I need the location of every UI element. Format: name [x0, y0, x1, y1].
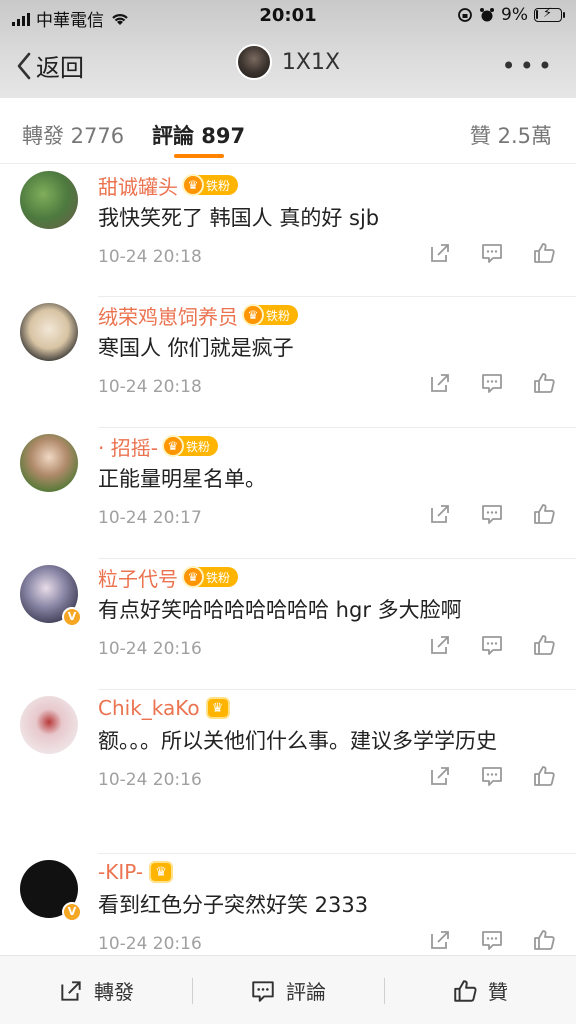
comment-tabs: 轉發 2776 評論 897 贊 2.5萬	[0, 98, 576, 164]
share-icon[interactable]	[428, 502, 452, 526]
top-header: 中華電信 20:01 9% ⚡ 返回 1X1X •••	[0, 0, 576, 98]
crown-icon: ♛	[182, 174, 204, 196]
crown-icon: ♛	[161, 435, 184, 457]
fan-badge: ♛ 铁粉	[182, 566, 239, 588]
thumbs-up-icon	[454, 979, 477, 1002]
fan-badge: ♛ 铁粉	[161, 435, 218, 457]
alarm-icon	[480, 8, 495, 22]
tab-reposts[interactable]: 轉發 2776	[22, 120, 124, 150]
reply-icon[interactable]	[480, 241, 504, 265]
active-tab-indicator	[174, 154, 224, 158]
comment-time: 10-24 20:16	[98, 934, 202, 954]
comment-text: 寒国人 你们就是疯子	[98, 336, 294, 360]
comment-label: 評論	[286, 980, 326, 1004]
reply-icon[interactable]	[480, 502, 504, 526]
crown-icon: ♛	[149, 861, 174, 883]
share-icon[interactable]	[428, 371, 452, 395]
comment-time: 10-24 20:16	[98, 639, 202, 659]
like-button[interactable]: 贊	[384, 956, 576, 1024]
comment-time: 10-24 20:18	[98, 377, 202, 397]
crown-icon: ♛	[242, 304, 264, 326]
share-icon[interactable]	[428, 928, 452, 952]
reply-icon[interactable]	[480, 371, 504, 395]
username[interactable]: · 招摇-	[98, 432, 158, 461]
crown-icon: ♛	[205, 697, 230, 719]
comment-text: 有点好笑哈哈哈哈哈哈哈 hgr 多大脸啊	[98, 598, 462, 622]
username[interactable]: 绒荣鸡崽饲养员	[98, 301, 238, 330]
like-icon[interactable]	[532, 928, 556, 952]
comment-item: 甜诚罐头 ♛ 铁粉 我快笑死了 韩国人 真的好 sjb 10-24 20:18	[0, 165, 576, 296]
repost-button[interactable]: 轉發	[0, 956, 192, 1024]
like-icon[interactable]	[532, 633, 556, 657]
bottom-action-bar: 轉發 評論 贊	[0, 955, 576, 1024]
comment-item: · 招摇- ♛ 铁粉 正能量明星名单。 10-24 20:17	[0, 428, 576, 558]
like-icon[interactable]	[532, 502, 556, 526]
username[interactable]: 粒子代号	[98, 563, 178, 592]
repost-label: 轉發	[94, 980, 134, 1004]
tab-comments[interactable]: 評論 897	[152, 120, 245, 150]
comment-text: 看到红色分子突然好笑 2333	[98, 893, 369, 917]
share-icon[interactable]	[428, 633, 452, 657]
tab-likes[interactable]: 贊 2.5萬	[470, 120, 552, 150]
reply-icon[interactable]	[480, 633, 504, 657]
comment-item: 绒荣鸡崽饲养员 ♛ 铁粉 寒国人 你们就是疯子 10-24 20:18	[0, 297, 576, 427]
like-icon[interactable]	[532, 764, 556, 788]
avatar[interactable]	[20, 434, 78, 492]
status-bar: 中華電信 20:01 9% ⚡	[0, 0, 576, 32]
crown-icon: ♛	[182, 566, 204, 588]
like-icon[interactable]	[532, 371, 556, 395]
fan-badge: ♛ 铁粉	[182, 174, 239, 196]
avatar[interactable]	[20, 696, 78, 754]
page-title: 1X1X	[281, 49, 341, 75]
comment-time: 10-24 20:18	[98, 247, 202, 267]
comment-item: V -KIP- ♛ 看到红色分子突然好笑 2333 10-24 20:16	[0, 854, 576, 955]
battery-icon: ⚡	[534, 6, 565, 22]
verified-badge-icon: V	[62, 607, 82, 627]
post-author[interactable]: 1X1X	[0, 44, 576, 80]
orientation-lock-icon	[458, 8, 472, 22]
comment-text: 额。。。所以关他们什么事。建议多学学历史	[98, 729, 497, 753]
comment-button[interactable]: 評論	[192, 956, 384, 1024]
like-label: 贊	[488, 980, 508, 1004]
nav-bar: 返回 1X1X •••	[0, 32, 576, 98]
fan-badge: ♛ 铁粉	[242, 304, 299, 326]
comment-text: 我快笑死了 韩国人 真的好 sjb	[98, 206, 380, 230]
username[interactable]: -KIP-	[98, 860, 143, 884]
share-icon[interactable]	[428, 241, 452, 265]
verified-badge-icon: V	[62, 902, 82, 922]
username[interactable]: Chik_kaKo	[98, 696, 200, 720]
reply-icon[interactable]	[480, 764, 504, 788]
comment-item: Chik_kaKo ♛ 额。。。所以关他们什么事。建议多学学历史 10-24 2…	[0, 690, 576, 853]
battery-percent: 9%	[501, 5, 528, 25]
username[interactable]: 甜诚罐头	[98, 171, 178, 200]
repost-icon	[61, 980, 81, 1001]
avatar[interactable]	[20, 303, 78, 361]
comment-icon	[252, 980, 274, 1002]
share-icon[interactable]	[428, 764, 452, 788]
comment-item: V 粒子代号 ♛ 铁粉 有点好笑哈哈哈哈哈哈哈 hgr 多大脸啊 10-24 20…	[0, 559, 576, 689]
comment-list: 甜诚罐头 ♛ 铁粉 我快笑死了 韩国人 真的好 sjb 10-24 20:18 绒…	[0, 165, 576, 955]
comment-text: 正能量明星名单。	[98, 467, 266, 491]
charging-bolt-icon: ⚡	[543, 6, 553, 21]
comment-time: 10-24 20:16	[98, 770, 202, 790]
more-options-button[interactable]: •••	[502, 52, 556, 80]
avatar[interactable]	[20, 171, 78, 229]
comment-time: 10-24 20:17	[98, 508, 202, 528]
author-avatar	[235, 44, 272, 80]
reply-icon[interactable]	[480, 928, 504, 952]
like-icon[interactable]	[532, 241, 556, 265]
battery-fill	[536, 10, 538, 19]
